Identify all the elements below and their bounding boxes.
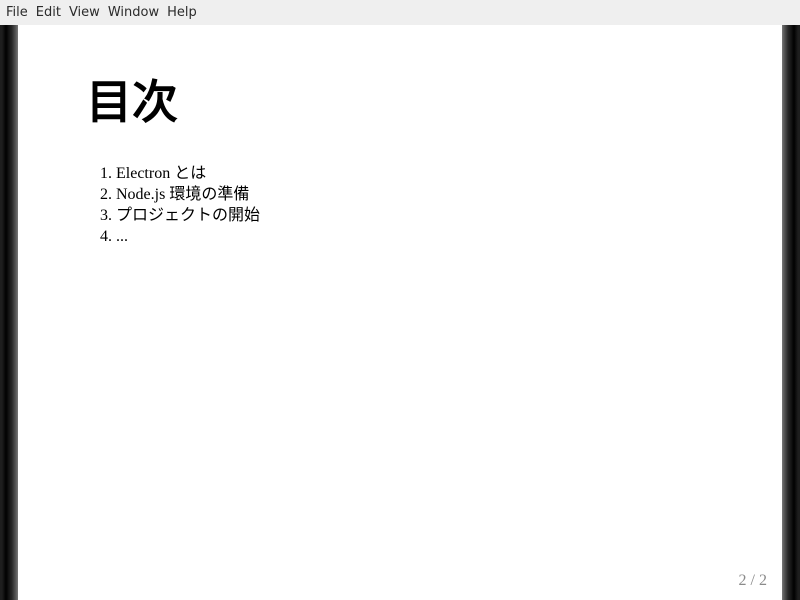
toc-item: 1. Electron とは xyxy=(100,163,260,184)
presentation-stage: 目次 1. Electron とは 2. Node.js 環境の準備 3. プロ… xyxy=(0,25,800,600)
stage-border-right xyxy=(782,25,800,600)
page-indicator: 2 / 2 xyxy=(738,572,767,589)
slide-title: 目次 xyxy=(86,75,178,129)
toc-item-number: 3. xyxy=(100,207,112,224)
menu-window[interactable]: Window xyxy=(104,0,163,25)
menu-view[interactable]: View xyxy=(65,0,104,25)
toc-item-text: プロジェクトの開始 xyxy=(116,207,261,224)
toc-item-text: ... xyxy=(116,228,128,245)
menu-edit[interactable]: Edit xyxy=(32,0,65,25)
toc-item-number: 1. xyxy=(100,165,112,182)
toc-item: 4. ... xyxy=(100,226,260,247)
menu-help[interactable]: Help xyxy=(163,0,201,25)
toc-item-number: 2. xyxy=(100,186,112,203)
menu-file[interactable]: File xyxy=(2,0,32,25)
slide[interactable]: 目次 1. Electron とは 2. Node.js 環境の準備 3. プロ… xyxy=(18,25,782,600)
stage-border-left xyxy=(0,25,18,600)
toc-item-number: 4. xyxy=(100,228,112,245)
toc-item: 2. Node.js 環境の準備 xyxy=(100,184,260,205)
menu-bar: File Edit View Window Help xyxy=(0,0,800,25)
table-of-contents: 1. Electron とは 2. Node.js 環境の準備 3. プロジェク… xyxy=(100,163,260,247)
toc-item: 3. プロジェクトの開始 xyxy=(100,205,260,226)
toc-item-text: Electron とは xyxy=(116,165,207,182)
toc-item-text: Node.js 環境の準備 xyxy=(116,186,250,203)
